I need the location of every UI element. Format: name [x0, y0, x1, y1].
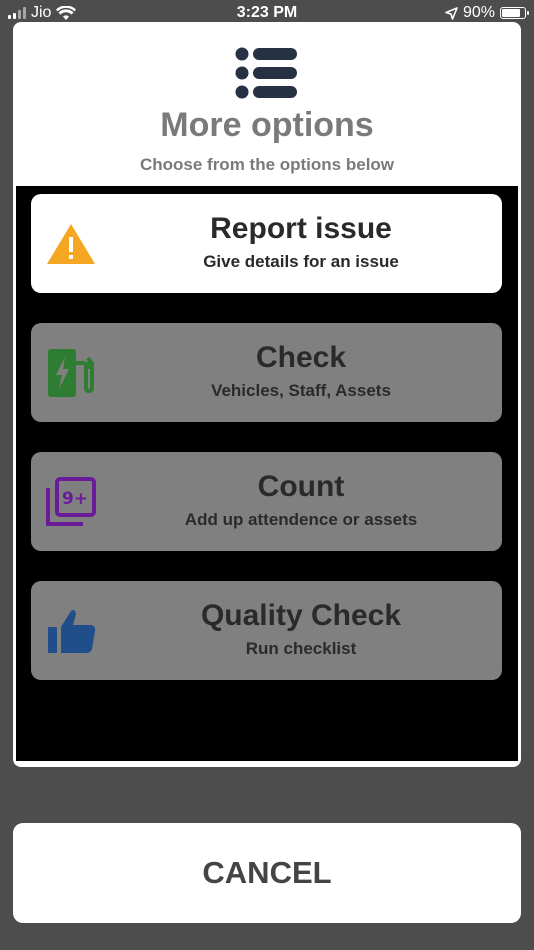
battery-fill	[502, 9, 520, 17]
option-count[interactable]: 9+ Count Add up attendence or assets	[31, 452, 502, 551]
option-quality-check[interactable]: Quality Check Run checklist	[31, 581, 502, 680]
option-subtitle: Give details for an issue	[203, 252, 399, 271]
ev-charger-icon	[48, 349, 94, 397]
list-icon	[235, 47, 297, 99]
option-subtitle: Vehicles, Staff, Assets	[211, 381, 391, 400]
sheet-title: More options	[160, 106, 374, 144]
filter-9-plus-icon: 9+	[46, 477, 96, 526]
option-title: Check	[255, 341, 347, 374]
svg-text:9+: 9+	[62, 489, 88, 509]
option-title: Report issue	[210, 212, 392, 245]
thumbs-up-icon	[48, 610, 96, 653]
warning-icon	[47, 224, 95, 264]
option-title: Count	[257, 470, 345, 503]
location-arrow-icon	[445, 6, 458, 20]
option-subtitle: Add up attendence or assets	[184, 510, 418, 529]
cancel-button[interactable]: CANCEL	[13, 823, 521, 923]
option-check[interactable]: Check Vehicles, Staff, Assets	[31, 323, 502, 422]
battery-percent: 90%	[462, 4, 495, 21]
options-sheet: More options Choose from the options bel…	[13, 22, 521, 767]
sheet-header: More options Choose from the options bel…	[13, 22, 521, 186]
option-title: Quality Check	[200, 599, 402, 632]
option-report-issue[interactable]: Report issue Give details for an issue	[31, 194, 502, 293]
option-subtitle: Run checklist	[245, 639, 357, 658]
options-list: Report issue Give details for an issue C…	[16, 186, 518, 761]
status-right: 90%	[445, 4, 529, 22]
sheet-subtitle: Choose from the options below	[139, 155, 395, 174]
battery-icon	[500, 7, 529, 19]
